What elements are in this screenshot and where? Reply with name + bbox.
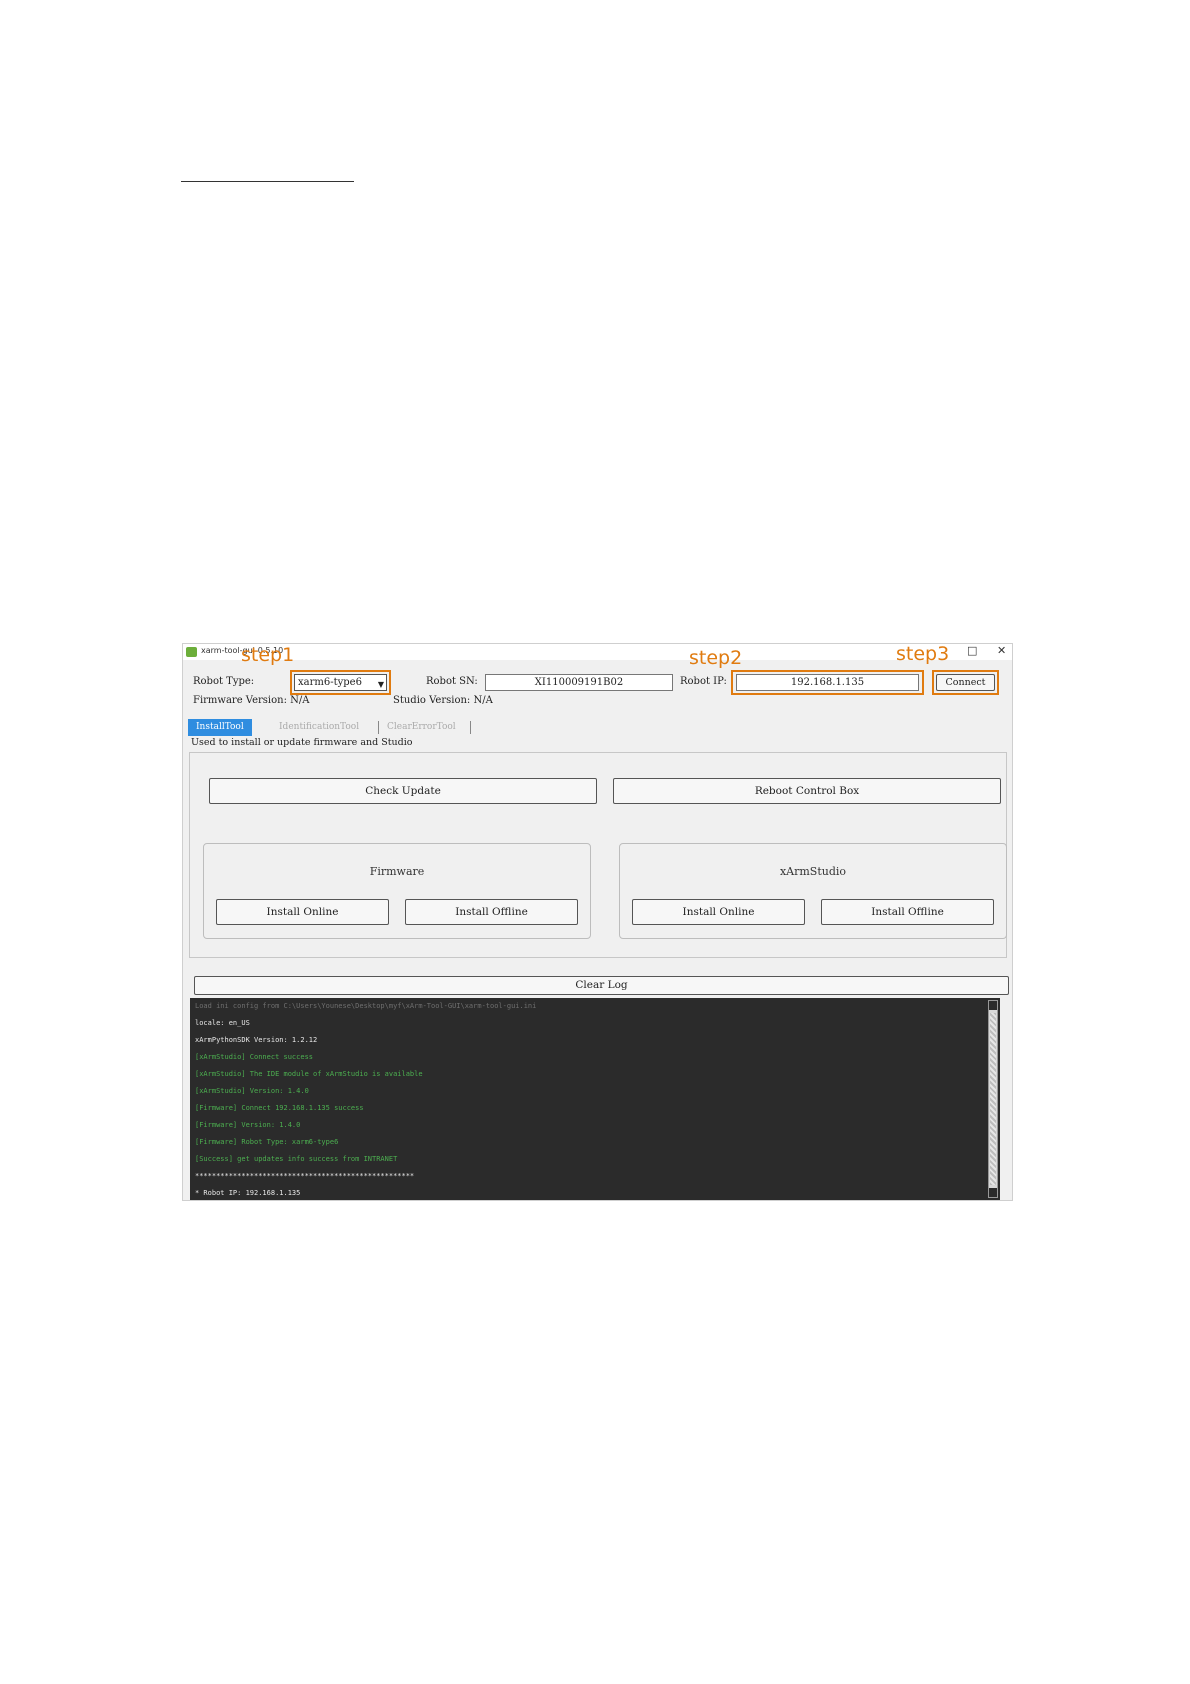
log-scrollbar[interactable]: [988, 1000, 998, 1198]
log-line: [xArmStudio] The IDE module of xArmStudi…: [195, 1070, 423, 1078]
log-line: * Robot IP: 192.168.1.135: [195, 1189, 301, 1197]
step2-annotation: step2: [689, 647, 743, 669]
scroll-up-arrow-icon[interactable]: [989, 1001, 997, 1010]
firmware-group: Firmware Install Online Install Offline: [203, 843, 591, 939]
robot-type-label: Robot Type:: [193, 676, 255, 687]
robot-ip-label: Robot IP:: [680, 676, 727, 687]
log-line: [xArmStudio] Version: 1.4.0: [195, 1087, 309, 1095]
robot-ip-field[interactable]: 192.168.1.135: [736, 674, 919, 691]
tab-description: Used to install or update firmware and S…: [191, 737, 413, 748]
studio-install-offline-button[interactable]: Install Offline: [821, 899, 994, 925]
xarm-tool-window: xarm-tool-gui-0.5.10 □ ✕ step1 step2 ste…: [182, 643, 1013, 1201]
check-update-button[interactable]: Check Update: [209, 778, 597, 804]
robot-type-select[interactable]: xarm6-type6 ▼: [294, 674, 387, 691]
scrollbar-thumb[interactable]: [990, 1013, 996, 1185]
studio-install-online-button[interactable]: Install Online: [632, 899, 805, 925]
tab-identification-tool[interactable]: IdentificationTool: [279, 719, 359, 736]
xarmstudio-group: xArmStudio Install Online Install Offlin…: [619, 843, 1007, 939]
firmware-install-offline-button[interactable]: Install Offline: [405, 899, 578, 925]
xarmstudio-group-title: xArmStudio: [779, 865, 847, 878]
reboot-control-box-button[interactable]: Reboot Control Box: [613, 778, 1001, 804]
robot-sn-field[interactable]: XI110009191B02: [485, 674, 673, 691]
tab-clear-error-tool[interactable]: ClearErrorTool: [387, 719, 456, 736]
firmware-group-title: Firmware: [369, 865, 425, 878]
log-line: [Success] get updates info success from …: [195, 1155, 398, 1163]
log-line: [Firmware] Connect 192.168.1.135 success: [195, 1104, 364, 1112]
step1-annotation: step1: [241, 644, 295, 666]
log-line: Load ini config from C:\Users\Younese\De…: [195, 1002, 537, 1010]
document-divider: [181, 181, 354, 182]
log-line: [Firmware] Version: 1.4.0: [195, 1121, 301, 1129]
step3-annotation: step3: [896, 643, 950, 665]
log-line: ****************************************…: [195, 1172, 415, 1180]
studio-version-text: Studio Version: N/A: [393, 695, 493, 706]
tab-separator: [470, 721, 471, 734]
log-line: locale: en_US: [195, 1019, 250, 1027]
connect-button[interactable]: Connect: [936, 674, 995, 691]
log-line: xArmPythonSDK Version: 1.2.12: [195, 1036, 318, 1044]
title-bar: xarm-tool-gui-0.5.10 □ ✕: [183, 644, 1012, 660]
firmware-install-online-button[interactable]: Install Online: [216, 899, 389, 925]
log-line: [xArmStudio] Connect success: [195, 1053, 314, 1061]
app-icon: [186, 647, 197, 657]
robot-type-value: xarm6-type6: [298, 677, 362, 688]
log-line: [Firmware] Robot Type: xarm6-type6: [195, 1138, 339, 1146]
install-tool-panel: Check Update Reboot Control Box Firmware…: [189, 752, 1007, 958]
scroll-down-arrow-icon[interactable]: [989, 1188, 997, 1197]
close-icon[interactable]: ✕: [997, 644, 1006, 657]
log-console[interactable]: Load ini config from C:\Users\Younese\De…: [190, 998, 1000, 1200]
tab-install-tool[interactable]: InstallTool: [188, 719, 252, 736]
tab-separator: [378, 721, 379, 734]
firmware-version-text: Firmware Version: N/A: [193, 695, 310, 706]
robot-sn-label: Robot SN:: [426, 676, 478, 687]
dropdown-arrow-icon: ▼: [377, 680, 384, 689]
maximize-icon[interactable]: □: [967, 644, 977, 657]
clear-log-button[interactable]: Clear Log: [194, 976, 1009, 995]
